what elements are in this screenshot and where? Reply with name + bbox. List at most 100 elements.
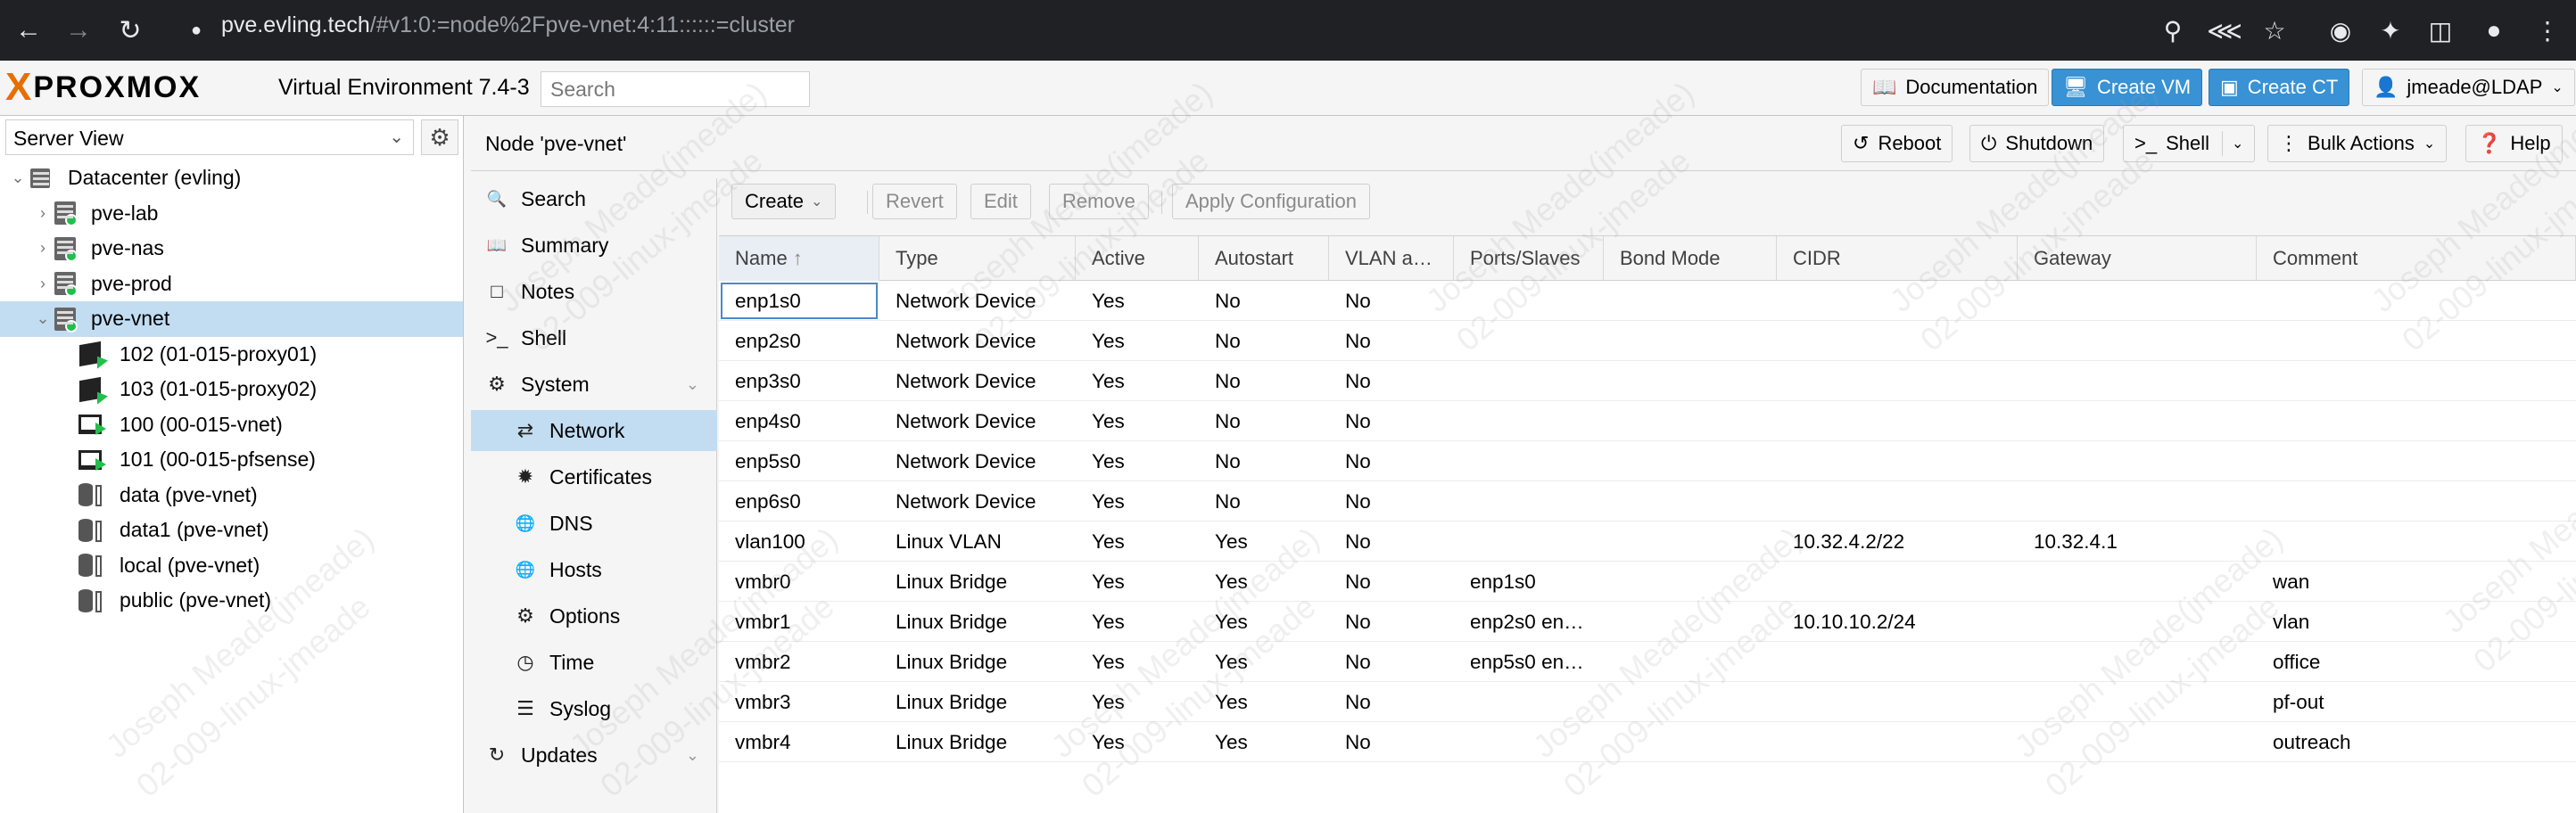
tree-item-storage[interactable]: data (pve-vnet) [0, 478, 463, 513]
column-header[interactable]: Bond Mode [1604, 236, 1777, 281]
nav-item-updates[interactable]: ↻ Updates ⌄ [471, 735, 717, 776]
forward-icon[interactable]: → [57, 9, 100, 52]
table-row[interactable]: vmbr0 Linux Bridge Yes Yes No enp1s0 wan [719, 562, 2576, 602]
nav-item-syslog[interactable]: ☰ Syslog [471, 688, 717, 729]
column-header[interactable]: Autostart [1199, 236, 1329, 281]
column-header[interactable]: Comment [2257, 236, 2576, 281]
nav-item-time[interactable]: ◷ Time [471, 642, 717, 683]
column-header[interactable]: CIDR [1777, 236, 2018, 281]
tree-item-vm[interactable]: 101 (00-015-pfsense) [0, 442, 463, 478]
column-header[interactable]: Ports/Slaves [1454, 236, 1604, 281]
help-label: Help [2510, 132, 2551, 154]
table-cell: Yes [1215, 611, 1248, 633]
create-ct-button[interactable]: ▣ Create CT [2209, 69, 2350, 106]
revert-button[interactable]: Revert [872, 184, 957, 219]
nav-item-search[interactable]: 🔍 Search [471, 178, 717, 219]
tree-item-node[interactable]: › pve-lab [0, 196, 463, 232]
edit-label: Edit [984, 190, 1018, 212]
table-cell: vlan100 [735, 530, 805, 553]
share-icon[interactable]: ⋘ [2203, 9, 2246, 52]
create-button[interactable]: Create ⌄ [731, 184, 837, 219]
chevron-down-icon[interactable]: ⌄ [686, 746, 699, 765]
container-running-icon [77, 376, 108, 405]
side-panel-icon[interactable]: ◫ [2419, 9, 2462, 52]
globe-icon: 🌐 [515, 560, 536, 579]
nav-item-hosts[interactable]: 🌐 Hosts [471, 549, 717, 590]
table-row[interactable]: enp1s0 Network Device Yes No No [719, 281, 2576, 321]
table-cell: Linux Bridge [896, 571, 1008, 593]
tree-item-ct[interactable]: 103 (01-015-proxy02) [0, 372, 463, 407]
browser-menu-icon[interactable]: ⋮ [2526, 9, 2569, 52]
tree-item-node[interactable]: › pve-nas [0, 231, 463, 267]
remove-button[interactable]: Remove [1049, 184, 1149, 219]
nav-item-certificates[interactable]: ✹ Certificates [471, 456, 717, 497]
chevron-down-icon[interactable]: ⌄ [34, 309, 52, 328]
extension-circle-icon[interactable]: ◉ [2319, 9, 2362, 52]
tree-item-storage[interactable]: local (pve-vnet) [0, 548, 463, 584]
bookmark-star-icon[interactable]: ☆ [2253, 9, 2296, 52]
bulk-actions-button[interactable]: ⋮ Bulk Actions ⌄ [2267, 125, 2448, 162]
reload-icon[interactable]: ↻ [109, 9, 152, 52]
table-cell [1604, 722, 1777, 762]
profile-avatar-icon[interactable]: ● [2473, 9, 2515, 52]
chevron-right-icon[interactable]: › [34, 239, 52, 258]
nav-item-dns[interactable]: 🌐 DNS [471, 503, 717, 544]
table-row[interactable]: enp3s0 Network Device Yes No No [719, 361, 2576, 401]
extensions-puzzle-icon[interactable]: ✦ [2369, 9, 2412, 52]
tree-item-node[interactable]: ⌄ pve-vnet [0, 301, 463, 337]
table-row[interactable]: vmbr4 Linux Bridge Yes Yes No outreach [719, 722, 2576, 762]
table-row[interactable]: enp6s0 Network Device Yes No No [719, 481, 2576, 521]
address-bar[interactable]: pve.evling.tech/#v1:0:=node%2Fpve-vnet:4… [221, 12, 795, 38]
table-row[interactable]: enp5s0 Network Device Yes No No [719, 441, 2576, 481]
site-info-icon[interactable]: ● [175, 9, 218, 52]
logo-x-icon: X [5, 65, 32, 109]
shutdown-button[interactable]: ⏻ Shutdown [1969, 125, 2105, 162]
table-row[interactable]: vmbr1 Linux Bridge Yes Yes No enp2s0 en… 10.10… [719, 602, 2576, 642]
nav-item-system[interactable]: ⚙ System ⌄ [471, 364, 717, 405]
table-cell [1604, 321, 1777, 361]
table-cell [1777, 562, 2018, 602]
back-icon[interactable]: ← [7, 9, 50, 52]
edit-button[interactable]: Edit [970, 184, 1031, 219]
apply-configuration-button[interactable]: Apply Configuration [1172, 184, 1371, 219]
table-row[interactable]: vmbr3 Linux Bridge Yes Yes No pf-out [719, 682, 2576, 722]
nav-item-notes[interactable]: □ Notes [471, 271, 717, 312]
nav-item-shell[interactable]: >_ Shell [471, 317, 717, 358]
column-header[interactable]: Type [879, 236, 1076, 281]
documentation-button[interactable]: 📖 Documentation [1861, 69, 2050, 106]
table-cell [1454, 521, 1604, 562]
tree-item-vm[interactable]: 100 (00-015-vnet) [0, 407, 463, 443]
chevron-right-icon[interactable]: › [34, 204, 52, 223]
nav-item-summary[interactable]: 📖 Summary [471, 225, 717, 266]
column-header[interactable]: Name ↑ [719, 236, 879, 281]
column-header[interactable]: VLAN a… [1329, 236, 1454, 281]
tree-item-storage[interactable]: public (pve-vnet) [0, 583, 463, 619]
chevron-right-icon[interactable]: › [34, 275, 52, 293]
user-menu-button[interactable]: 👤 jmeade@LDAP ⌄ [2362, 69, 2575, 106]
global-search-input[interactable]: Search [541, 71, 810, 107]
view-selector[interactable]: Server View ⌄ [5, 119, 414, 155]
reboot-button[interactable]: ↺ Reboot [1841, 125, 1953, 162]
nav-item-network[interactable]: ⇄ Network [471, 410, 717, 451]
table-row[interactable]: enp2s0 Network Device Yes No No [719, 321, 2576, 361]
chevron-down-icon[interactable]: ⌄ [9, 168, 27, 187]
table-cell [2018, 281, 2257, 321]
key-icon[interactable]: ⚲ [2151, 9, 2194, 52]
table-row[interactable]: vlan100 Linux VLAN Yes Yes No 10.32.4.2/22 10.… [719, 521, 2576, 562]
tree-item-datacenter[interactable]: ⌄ Datacenter (evling) [0, 160, 463, 196]
nav-item-options[interactable]: ⚙ Options [471, 595, 717, 636]
nav-item-label: Updates [521, 743, 598, 767]
table-row[interactable]: enp4s0 Network Device Yes No No [719, 401, 2576, 441]
create-vm-button[interactable]: 🖥 Create VM [2052, 69, 2203, 106]
help-button[interactable]: ❓ Help [2465, 125, 2563, 162]
tree-item-node[interactable]: › pve-prod [0, 267, 463, 302]
tree-item-storage[interactable]: data1 (pve-vnet) [0, 513, 463, 548]
chevron-down-icon[interactable]: ⌄ [686, 375, 699, 394]
gear-icon[interactable]: ⚙ [421, 119, 458, 155]
shell-button[interactable]: >_ Shell ⌄ [2123, 125, 2256, 162]
column-header[interactable]: Gateway [2018, 236, 2257, 281]
table-cell: enp2s0 en… [1470, 611, 1584, 633]
table-row[interactable]: vmbr2 Linux Bridge Yes Yes No enp5s0 en… offic… [719, 642, 2576, 682]
column-header[interactable]: Active [1076, 236, 1199, 281]
tree-item-ct[interactable]: 102 (01-015-proxy01) [0, 337, 463, 373]
